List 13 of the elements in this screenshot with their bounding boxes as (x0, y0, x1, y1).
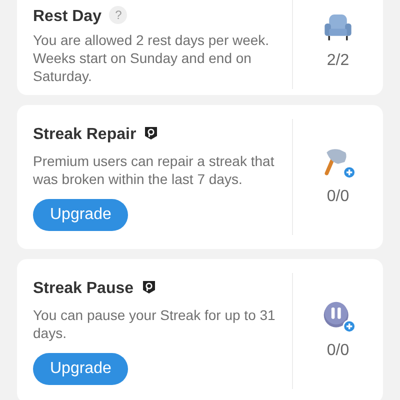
count: 0/0 (326, 187, 350, 207)
description: You are allowed 2 rest days per week. Weeks start on Sunday and end on Saturday. (33, 31, 270, 85)
upgrade-button[interactable]: Upgrade (33, 353, 128, 385)
count: 0/0 (326, 341, 350, 361)
description: You can pause your Streak for up to 31 days. (33, 306, 276, 342)
card-title: Streak Pause (33, 280, 134, 297)
card-title: Streak Repair (33, 126, 136, 143)
pause-icon (321, 299, 355, 333)
help-button[interactable]: ? (109, 6, 128, 24)
upgrade-button[interactable]: Upgrade (33, 199, 128, 231)
card-title: Rest Day (33, 8, 102, 25)
description: Premium users can repair a streak that was broken within the last 7 days. (33, 152, 276, 188)
count: 2/2 (326, 50, 350, 70)
